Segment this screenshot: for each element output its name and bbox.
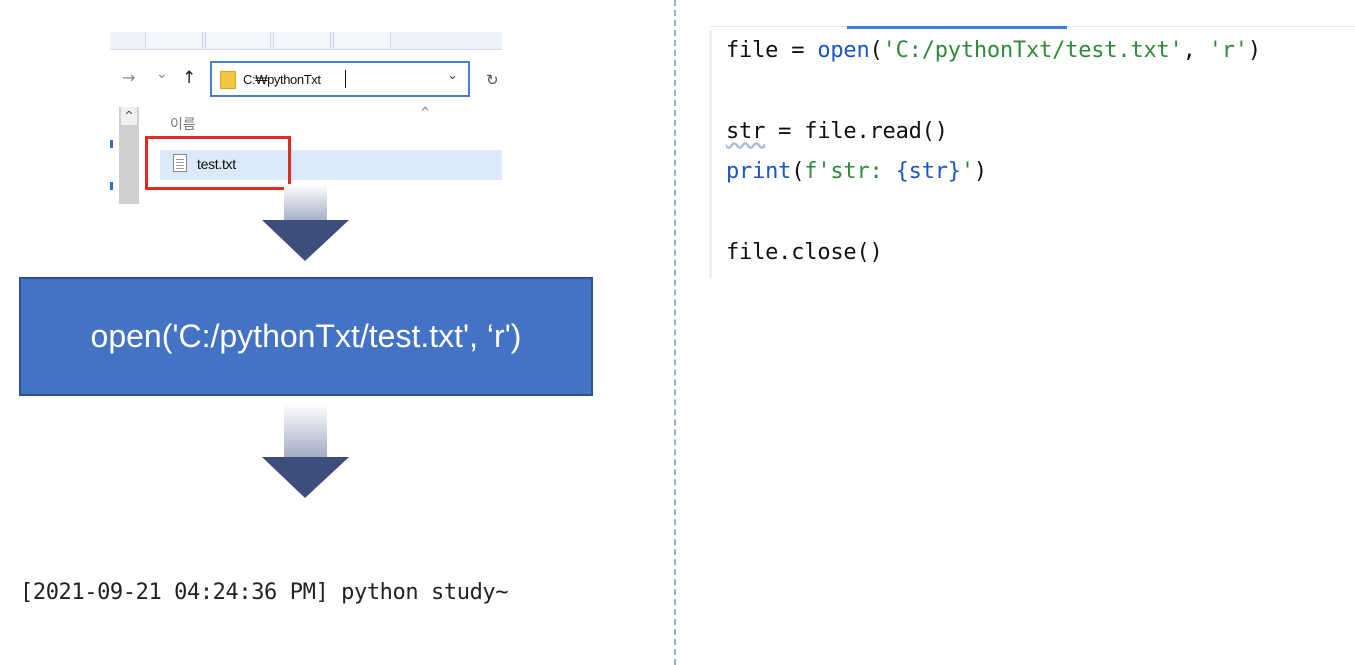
ribbon-tab[interactable] [273,32,331,48]
open-call-text: open('C:/pythonTxt/test.txt', ‘r') [90,318,522,354]
explorer-ribbon [110,32,502,50]
code-token: ) [1247,38,1261,63]
code-token-string: 'C:/pythonTxt/test.txt' [882,38,1183,63]
refresh-icon[interactable]: ↻ [486,71,499,89]
code-token-string: 'r' [1208,38,1248,63]
code-token-string: ' [960,159,974,184]
navigation-pane-scrollbar[interactable]: ^ [119,107,139,204]
dashed-divider [674,0,676,665]
code-token: file = [726,38,818,63]
sort-ascending-icon: ^ [420,105,431,119]
code-token: ( [791,159,805,184]
column-header-name[interactable]: 이름 [170,114,196,134]
ribbon-tab[interactable] [333,32,391,48]
folder-icon [220,71,236,89]
active-tab-indicator[interactable] [847,26,1067,29]
ribbon-tab[interactable] [145,32,203,48]
up-arrow-icon[interactable]: ↑ [182,70,196,87]
code-token-variable-warning: str [726,119,766,144]
code-token: ( [869,38,883,63]
code-token-builtin: print [726,159,792,184]
code-token: ) [973,159,987,184]
nav-pane-item-icon [110,140,113,148]
address-bar[interactable]: C:₩pythonTxt ⌄ [210,61,470,97]
code-token: , [1182,38,1209,63]
forward-arrow-icon[interactable]: → [122,70,135,86]
text-cursor [345,70,346,88]
recent-locations-chevron-icon[interactable]: ⌄ [156,66,168,82]
address-path[interactable]: C:₩pythonTxt [243,72,321,87]
scroll-up-icon[interactable]: ^ [121,107,137,125]
down-arrow-icon [262,404,349,500]
nav-pane-item-icon [110,182,113,190]
code-token: = file.read() [765,119,948,144]
open-call-box: open('C:/pythonTxt/test.txt', ‘r') [19,277,593,396]
code-line-2[interactable]: str = file.read() [726,119,948,144]
code-line-1[interactable]: file = open('C:/pythonTxt/test.txt', 'r'… [726,38,1261,63]
chevron-down-icon[interactable]: ⌄ [447,68,458,83]
code-token-builtin: open [817,38,870,63]
down-arrow-icon [262,184,349,263]
code-editor[interactable]: file = open('C:/pythonTxt/test.txt', 'r'… [709,26,1355,278]
code-line-3[interactable]: print(f'str: {str}') [726,159,987,184]
program-output-line: [2021-09-21 04:24:36 PM] python study~ [20,580,509,605]
ribbon-tab[interactable] [205,32,271,48]
code-token-string: f'str: [804,159,896,184]
editor-gutter [709,30,712,278]
code-line-4[interactable]: file.close() [726,240,883,265]
file-highlight-box [145,136,291,190]
code-token: file.close() [726,240,883,265]
code-token-interpolation: {str} [895,159,961,184]
